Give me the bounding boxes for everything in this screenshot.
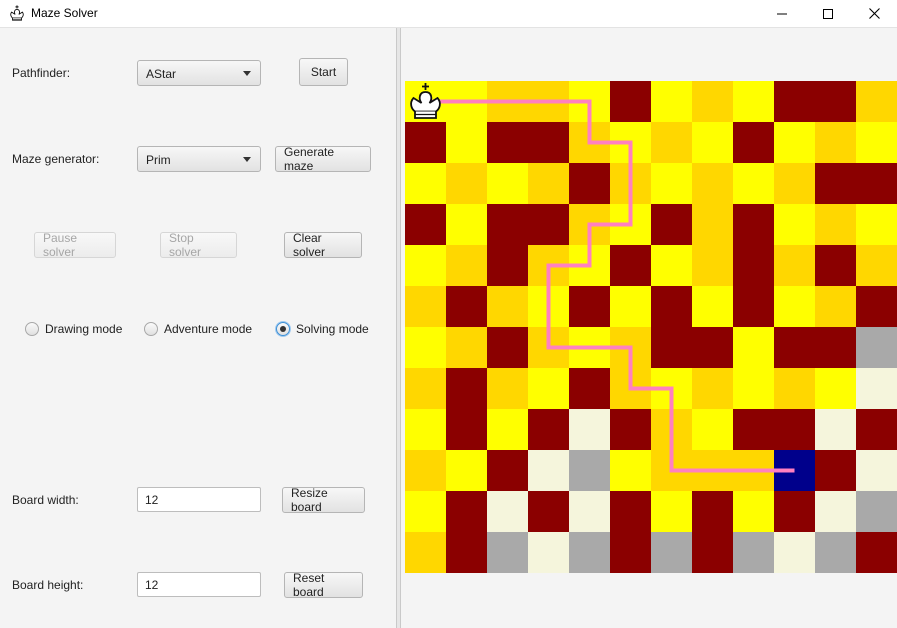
- pathfinder-select[interactable]: AStar: [137, 60, 261, 86]
- solving-mode-label: Solving mode: [296, 322, 369, 336]
- chess-king-icon: [10, 5, 24, 21]
- board-width-label: Board width:: [12, 493, 79, 507]
- clear-solver-button[interactable]: Clear solver: [284, 231, 362, 259]
- reset-board-button[interactable]: Reset board: [284, 571, 363, 599]
- chevron-down-icon: [243, 157, 251, 162]
- minimize-icon: [777, 13, 787, 14]
- maze-generator-label: Maze generator:: [12, 152, 100, 166]
- solving-mode-radio[interactable]: Solving mode: [276, 322, 369, 336]
- drawing-mode-label: Drawing mode: [45, 322, 123, 336]
- radio-circle: [144, 322, 158, 336]
- solution-path: [425, 99, 795, 473]
- chevron-down-icon: [243, 71, 251, 76]
- adventure-mode-label: Adventure mode: [164, 322, 253, 336]
- minimize-button[interactable]: [759, 0, 805, 27]
- chess-king-icon: [410, 83, 441, 119]
- pause-solver-button[interactable]: Pause solver: [34, 231, 116, 259]
- start-button[interactable]: Start: [299, 58, 348, 86]
- maze-generator-select[interactable]: Prim: [137, 146, 261, 172]
- maximize-icon: [823, 8, 833, 19]
- radio-circle: [25, 322, 39, 336]
- adventure-mode-radio[interactable]: Adventure mode: [144, 322, 252, 336]
- window-title: Maze Solver: [31, 6, 98, 20]
- pathfinder-label: Pathfinder:: [12, 66, 71, 80]
- maze-generator-value: Prim: [146, 153, 171, 167]
- solution-path-layer: [425, 99, 795, 473]
- maze-board[interactable]: [405, 81, 897, 573]
- close-icon: [868, 8, 880, 19]
- title-bar: Maze Solver: [0, 0, 897, 28]
- generate-maze-button[interactable]: Generate maze: [275, 145, 371, 173]
- maximize-button[interactable]: [805, 0, 851, 27]
- board-width-input[interactable]: [137, 487, 261, 512]
- close-button[interactable]: [851, 0, 897, 27]
- pathfinder-value: AStar: [146, 67, 177, 81]
- drawing-mode-radio[interactable]: Drawing mode: [25, 322, 122, 336]
- board-height-label: Board height:: [12, 578, 84, 592]
- stop-solver-button[interactable]: Stop solver: [160, 231, 237, 259]
- board-height-input[interactable]: [137, 572, 261, 597]
- radio-circle: [276, 322, 290, 336]
- resize-board-button[interactable]: Resize board: [282, 486, 365, 514]
